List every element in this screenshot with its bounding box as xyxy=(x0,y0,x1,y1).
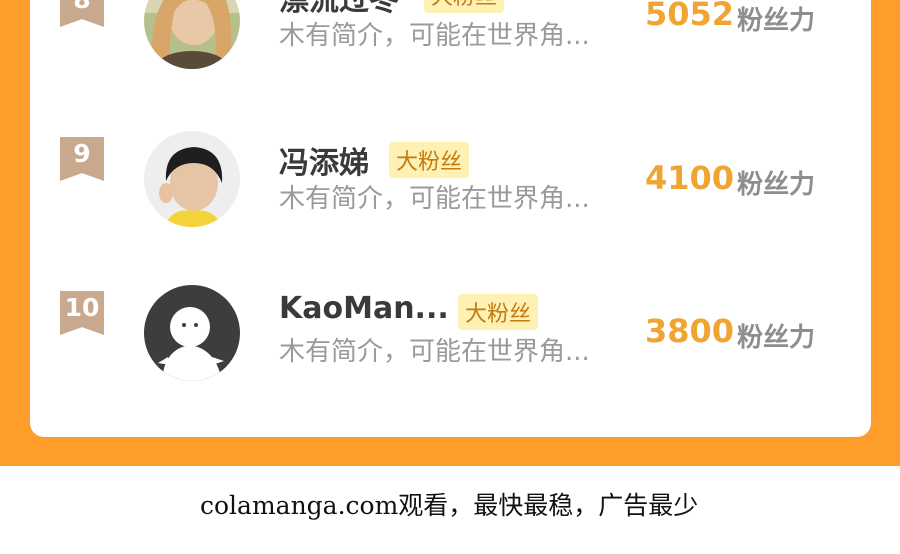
rank-number: 9 xyxy=(73,139,91,168)
rank-badge: 9 xyxy=(60,137,104,181)
fan-power-unit: 粉丝力 xyxy=(737,170,816,200)
fan-power-value: 3800 xyxy=(645,312,735,350)
user-description: 木有简介，可能在世界角... xyxy=(279,337,590,367)
user-name[interactable]: 冯添娣 xyxy=(279,138,369,182)
rank-number: 10 xyxy=(64,293,100,322)
rank-badge: 8 xyxy=(60,0,104,27)
avatar[interactable] xyxy=(144,131,240,227)
ranking-row[interactable]: 10 KaoMan... 大粉丝 木有简介，可能在世界角... 3800 粉丝力 xyxy=(30,285,871,395)
ranking-row[interactable]: 9 冯添娣 大粉丝 木有简介，可能在世界角... 4100 粉丝力 xyxy=(30,131,871,241)
fan-level-badge: 大粉丝 xyxy=(458,294,539,330)
user-description: 木有简介，可能在世界角... xyxy=(279,184,590,214)
user-photo-icon xyxy=(144,131,240,227)
user-photo-icon xyxy=(144,0,240,69)
fan-power-unit: 粉丝力 xyxy=(737,323,816,353)
avatar[interactable] xyxy=(144,285,240,381)
footer: colamanga.com观看，最快最稳，广告最少 xyxy=(0,466,900,554)
user-name[interactable]: KaoMan... xyxy=(279,291,449,326)
default-avatar-icon xyxy=(144,285,240,381)
rank-badge: 10 xyxy=(60,291,104,335)
ranking-row[interactable]: 8 漂流过冬 大粉丝 木有简介，可能在世界角... 5052 粉丝力 xyxy=(30,0,871,83)
fan-level-badge: 大粉丝 xyxy=(389,142,470,178)
fan-power-unit: 粉丝力 xyxy=(737,6,816,36)
footer-watermark-text: colamanga.com观看，最快最稳，广告最少 xyxy=(200,491,699,520)
fan-power-value: 5052 xyxy=(645,0,735,33)
user-description: 木有简介，可能在世界角... xyxy=(279,21,590,51)
ranking-card: 8 漂流过冬 大粉丝 木有简介，可能在世界角... 5052 粉丝力 9 xyxy=(30,0,871,437)
fan-level-badge: 大粉丝 xyxy=(424,0,505,13)
fan-power-value: 4100 xyxy=(645,159,735,197)
rank-number: 8 xyxy=(73,0,90,14)
avatar[interactable] xyxy=(144,0,240,69)
